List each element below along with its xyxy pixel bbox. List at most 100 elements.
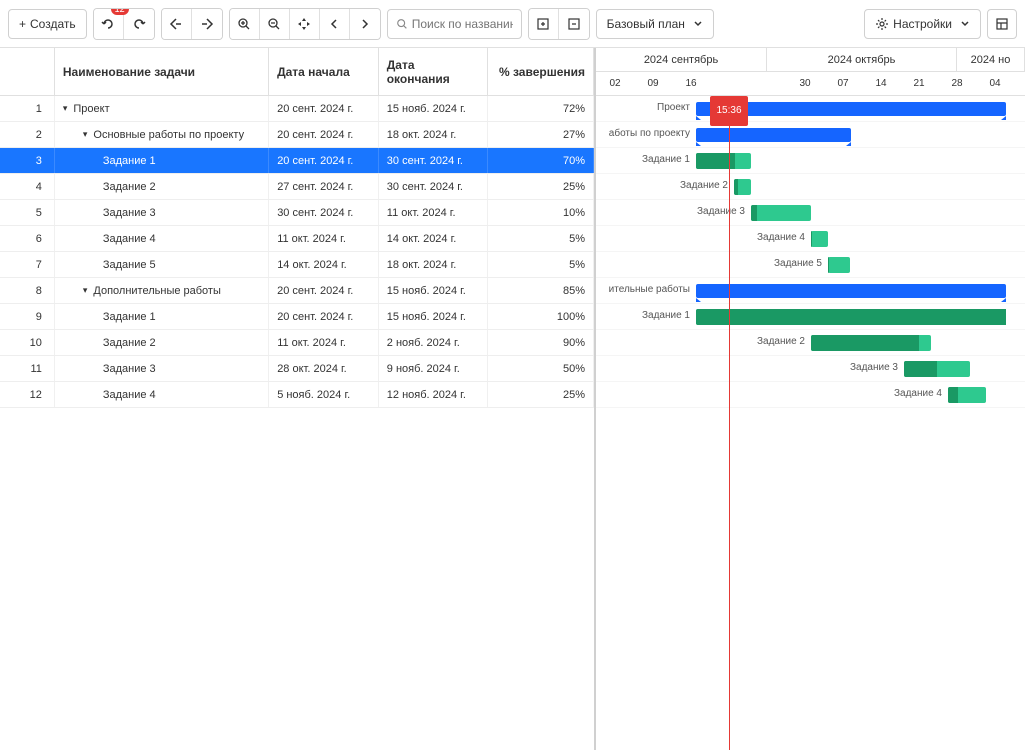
row-end[interactable]: 9 нояб. 2024 г. (379, 356, 489, 381)
row-start[interactable]: 11 окт. 2024 г. (269, 226, 379, 251)
table-row[interactable]: 7Задание 514 окт. 2024 г.18 окт. 2024 г.… (0, 252, 594, 278)
table-row[interactable]: 10Задание 211 окт. 2024 г.2 нояб. 2024 г… (0, 330, 594, 356)
row-end[interactable]: 30 сент. 2024 г. (379, 148, 489, 173)
gantt-row[interactable]: Задание 5 (596, 252, 1025, 278)
gantt-row[interactable]: ительные работы (596, 278, 1025, 304)
gantt-row[interactable]: Задание 2 (596, 330, 1025, 356)
expand-icon[interactable]: ▾ (83, 129, 88, 140)
prev-button[interactable] (320, 9, 350, 39)
redo-button[interactable] (124, 9, 154, 39)
table-row[interactable]: 9Задание 120 сент. 2024 г.15 нояб. 2024 … (0, 304, 594, 330)
gantt-row[interactable]: Задание 4 (596, 382, 1025, 408)
col-start-header[interactable]: Дата начала (269, 48, 379, 95)
settings-button[interactable]: Настройки (864, 9, 981, 39)
row-name[interactable]: Задание 1 (55, 304, 269, 329)
row-pct[interactable]: 72% (488, 96, 594, 121)
table-row[interactable]: 8▾Дополнительные работы20 сент. 2024 г.1… (0, 278, 594, 304)
create-button[interactable]: + Создать (8, 9, 87, 39)
row-start[interactable]: 20 сент. 2024 г. (269, 148, 379, 173)
gantt-task-bar[interactable] (734, 179, 751, 195)
gantt-summary-bar[interactable] (696, 284, 1006, 298)
row-start[interactable]: 20 сент. 2024 г. (269, 278, 379, 303)
row-start[interactable]: 20 сент. 2024 г. (269, 122, 379, 147)
gantt-row[interactable]: аботы по проекту (596, 122, 1025, 148)
row-start[interactable]: 20 сент. 2024 г. (269, 304, 379, 329)
gantt-task-bar[interactable] (696, 153, 751, 169)
zoom-out-button[interactable] (260, 9, 290, 39)
gantt-row[interactable]: Проект (596, 96, 1025, 122)
zoom-in-button[interactable] (230, 9, 260, 39)
table-row[interactable]: 3Задание 120 сент. 2024 г.30 сент. 2024 … (0, 148, 594, 174)
row-pct[interactable]: 25% (488, 174, 594, 199)
expand-icon[interactable]: ▾ (83, 285, 88, 296)
row-start[interactable]: 14 окт. 2024 г. (269, 252, 379, 277)
search-box[interactable] (387, 9, 522, 39)
gantt-task-bar[interactable] (811, 335, 931, 351)
row-name[interactable]: Задание 3 (55, 356, 269, 381)
row-end[interactable]: 18 окт. 2024 г. (379, 122, 489, 147)
row-name[interactable]: Задание 3 (55, 200, 269, 225)
row-name[interactable]: ▾Дополнительные работы (55, 278, 269, 303)
row-end[interactable]: 30 сент. 2024 г. (379, 174, 489, 199)
gantt-row[interactable]: Задание 1 (596, 148, 1025, 174)
row-name[interactable]: Задание 4 (55, 226, 269, 251)
gantt-row[interactable]: Задание 1 (596, 304, 1025, 330)
row-start[interactable]: 30 сент. 2024 г. (269, 200, 379, 225)
undo-button[interactable]: 12 (94, 9, 124, 39)
row-start[interactable]: 27 сент. 2024 г. (269, 174, 379, 199)
table-row[interactable]: 4Задание 227 сент. 2024 г.30 сент. 2024 … (0, 174, 594, 200)
row-end[interactable]: 11 окт. 2024 г. (379, 200, 489, 225)
row-name[interactable]: Задание 5 (55, 252, 269, 277)
table-row[interactable]: 5Задание 330 сент. 2024 г.11 окт. 2024 г… (0, 200, 594, 226)
col-name-header[interactable]: Наименование задачи (55, 48, 269, 95)
row-name[interactable]: Задание 2 (55, 330, 269, 355)
gantt-row[interactable]: Задание 2 (596, 174, 1025, 200)
row-start[interactable]: 11 окт. 2024 г. (269, 330, 379, 355)
row-pct[interactable]: 90% (488, 330, 594, 355)
row-name[interactable]: ▾Проект (55, 96, 269, 121)
layout-button[interactable] (987, 9, 1017, 39)
row-end[interactable]: 12 нояб. 2024 г. (379, 382, 489, 407)
row-pct[interactable]: 85% (488, 278, 594, 303)
gantt-task-bar[interactable] (811, 231, 828, 247)
row-end[interactable]: 14 окт. 2024 г. (379, 226, 489, 251)
gantt-task-bar[interactable] (904, 361, 970, 377)
row-end[interactable]: 2 нояб. 2024 г. (379, 330, 489, 355)
row-name[interactable]: Задание 4 (55, 382, 269, 407)
gantt-summary-bar[interactable] (696, 128, 851, 142)
row-end[interactable]: 15 нояб. 2024 г. (379, 96, 489, 121)
gantt-body[interactable]: Проектаботы по проектуЗадание 1Задание 2… (596, 96, 1025, 408)
search-input[interactable] (412, 17, 513, 31)
row-pct[interactable]: 100% (488, 304, 594, 329)
gantt-row[interactable]: Задание 4 (596, 226, 1025, 252)
expand-all-button[interactable] (529, 9, 559, 39)
row-pct[interactable]: 25% (488, 382, 594, 407)
table-row[interactable]: 6Задание 411 окт. 2024 г.14 окт. 2024 г.… (0, 226, 594, 252)
gantt-task-bar[interactable] (751, 205, 811, 221)
gantt-task-bar[interactable] (828, 257, 850, 273)
row-start[interactable]: 28 окт. 2024 г. (269, 356, 379, 381)
row-end[interactable]: 15 нояб. 2024 г. (379, 278, 489, 303)
row-pct[interactable]: 70% (488, 148, 594, 173)
row-end[interactable]: 18 окт. 2024 г. (379, 252, 489, 277)
outdent-button[interactable] (162, 9, 192, 39)
gantt-row[interactable]: Задание 3 (596, 356, 1025, 382)
expand-icon[interactable]: ▾ (63, 103, 68, 114)
table-row[interactable]: 2▾Основные работы по проекту20 сент. 202… (0, 122, 594, 148)
row-pct[interactable]: 27% (488, 122, 594, 147)
col-pct-header[interactable]: % завершения (488, 48, 594, 95)
row-pct[interactable]: 5% (488, 252, 594, 277)
row-pct[interactable]: 10% (488, 200, 594, 225)
row-start[interactable]: 5 нояб. 2024 г. (269, 382, 379, 407)
row-start[interactable]: 20 сент. 2024 г. (269, 96, 379, 121)
row-name[interactable]: Задание 2 (55, 174, 269, 199)
col-end-header[interactable]: Дата окончания (379, 48, 489, 95)
table-row[interactable]: 12Задание 45 нояб. 2024 г.12 нояб. 2024 … (0, 382, 594, 408)
gantt-task-bar[interactable] (948, 387, 986, 403)
collapse-all-button[interactable] (559, 9, 589, 39)
indent-button[interactable] (192, 9, 222, 39)
row-end[interactable]: 15 нояб. 2024 г. (379, 304, 489, 329)
table-row[interactable]: 11Задание 328 окт. 2024 г.9 нояб. 2024 г… (0, 356, 594, 382)
next-button[interactable] (350, 9, 380, 39)
gantt-row[interactable]: Задание 3 (596, 200, 1025, 226)
